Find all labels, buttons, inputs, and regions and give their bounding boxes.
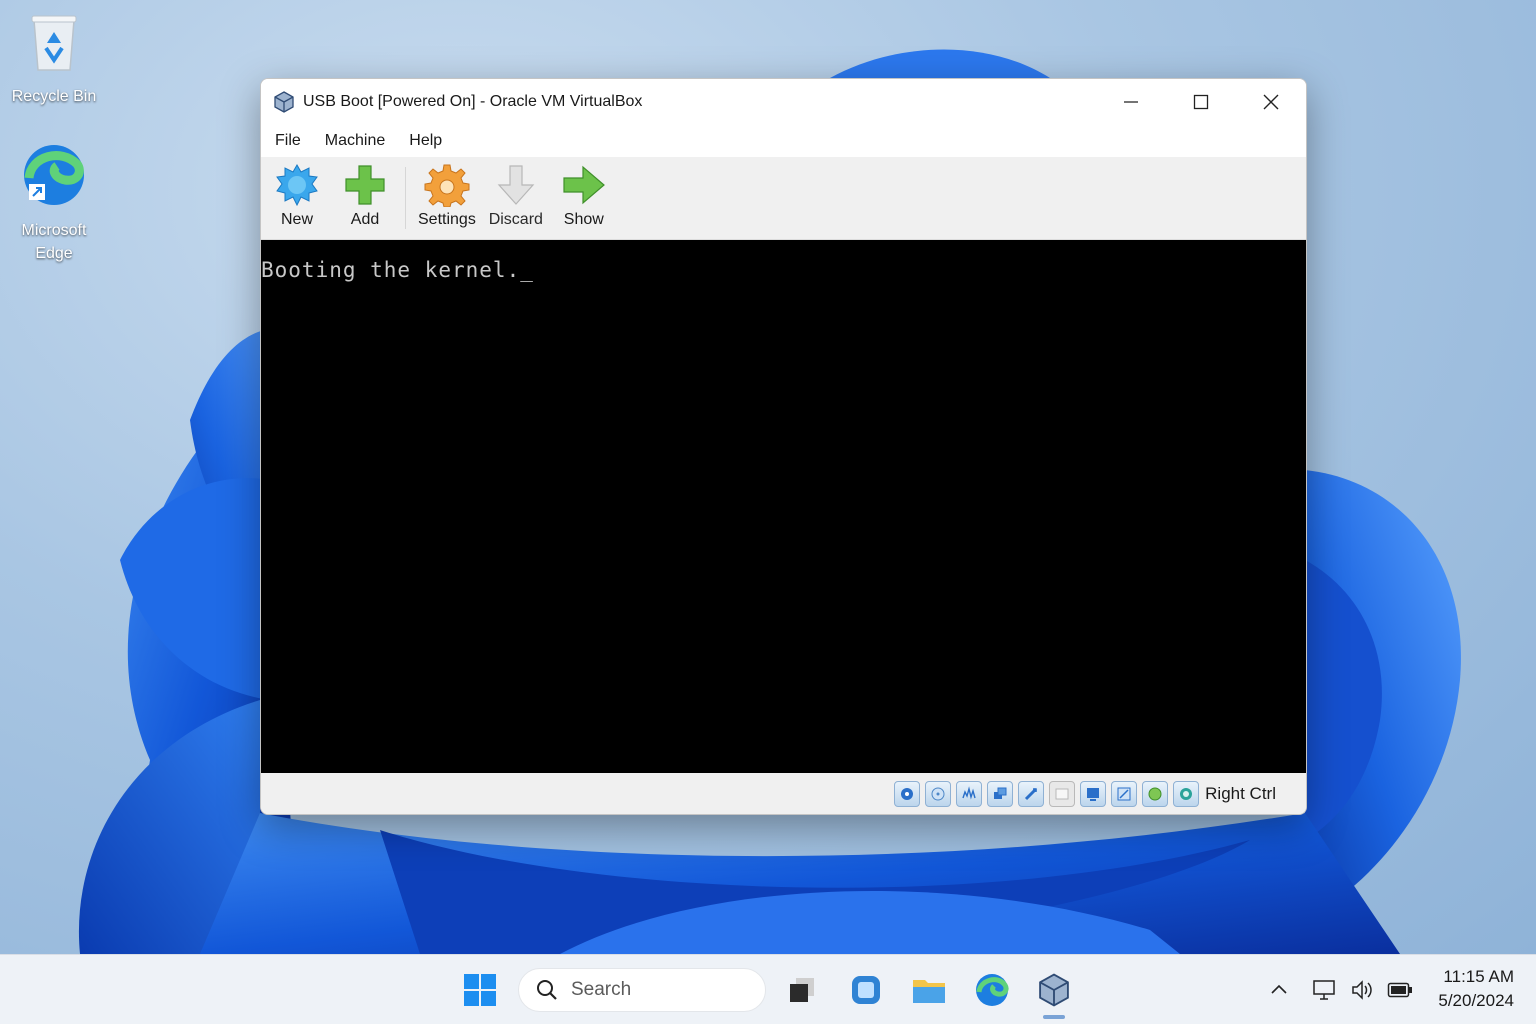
recycle-bin-label: Recycle Bin <box>11 88 97 105</box>
menu-machine[interactable]: Machine <box>313 125 397 157</box>
show-label: Show <box>563 211 604 228</box>
hard-disk-icon[interactable] <box>894 780 921 807</box>
cpu-icon[interactable] <box>1173 780 1200 807</box>
chevron-up-icon <box>1271 984 1287 994</box>
new-label: New <box>280 211 313 228</box>
maximize-icon <box>1193 94 1209 110</box>
add-button[interactable]: Add <box>331 157 399 229</box>
add-icon <box>345 165 385 205</box>
add-label: Add <box>350 211 380 228</box>
close-button[interactable] <box>1236 79 1306 125</box>
settings-gear-icon <box>424 164 470 207</box>
search-icon <box>537 980 557 1000</box>
recycle-bin-icon <box>6 12 102 81</box>
title-bar[interactable]: USB Boot [Powered On] - Oracle VM Virtua… <box>261 79 1306 125</box>
maximize-button[interactable] <box>1166 79 1236 125</box>
taskbar-search[interactable]: Search <box>518 968 766 1012</box>
microsoft-edge-label: Microsoft Edge <box>21 222 87 262</box>
network-icon[interactable] <box>987 780 1014 807</box>
network-monitor-icon <box>1313 980 1335 1000</box>
edge-icon <box>976 974 1009 1006</box>
clock-time: 11:15 AM <box>1443 967 1514 986</box>
folder-icon <box>913 980 945 1003</box>
clock-date: 5/20/2024 <box>1438 991 1514 1010</box>
audio-icon[interactable] <box>956 780 983 807</box>
virtualbox-window: USB Boot [Powered On] - Oracle VM Virtua… <box>260 78 1307 815</box>
desktop-icon-recycle-bin[interactable]: Recycle Bin <box>6 12 102 108</box>
task-view-button[interactable] <box>780 967 824 1013</box>
guest-additions-icon[interactable] <box>1142 780 1169 807</box>
edge-icon <box>6 142 102 215</box>
toolbar: New Add Settings Discard Show <box>261 157 1306 240</box>
menu-help[interactable]: Help <box>397 125 454 157</box>
minimize-icon <box>1124 101 1138 103</box>
start-button[interactable] <box>456 967 504 1013</box>
settings-label: Settings <box>418 211 476 228</box>
text-cursor: _ <box>520 258 534 282</box>
show-button[interactable]: Show <box>550 157 618 229</box>
menu-bar: File Machine Help <box>261 125 1306 157</box>
display-icon[interactable] <box>1080 780 1107 807</box>
desktop-icon-microsoft-edge[interactable]: Microsoft Edge <box>6 142 102 265</box>
speaker-icon <box>1352 980 1372 1000</box>
status-bar: Right Ctrl <box>261 773 1306 814</box>
edge-taskbar-button[interactable] <box>970 967 1014 1013</box>
vm-display[interactable]: Booting the kernel._ <box>261 240 1306 773</box>
new-icon <box>276 163 318 207</box>
toolbar-separator <box>405 167 406 229</box>
network-status-button[interactable] <box>1304 979 1344 1001</box>
video-capture-icon[interactable] <box>1111 780 1138 807</box>
settings-button[interactable]: Settings <box>412 157 482 229</box>
console-text: Booting the kernel. <box>261 258 521 282</box>
show-hidden-icons-button[interactable] <box>1262 981 1296 999</box>
shared-folder-icon[interactable] <box>1049 780 1076 807</box>
host-key-label: Right Ctrl <box>1205 783 1276 803</box>
taskbar: Search 11:15 AM 5/20/2024 <box>0 954 1536 1024</box>
virtualbox-icon <box>1039 973 1069 1007</box>
usb-icon[interactable] <box>1018 780 1045 807</box>
close-icon <box>1263 94 1279 110</box>
clock[interactable]: 11:15 AM 5/20/2024 <box>1438 965 1514 1013</box>
discard-button[interactable]: Discard <box>482 157 550 229</box>
battery-icon <box>1387 982 1412 998</box>
virtualbox-taskbar-button[interactable] <box>1032 967 1076 1013</box>
task-view-icon <box>790 978 814 1002</box>
virtualbox-app-icon <box>273 91 295 113</box>
console-output: Booting the kernel._ <box>261 258 534 282</box>
discard-arrow-down-icon <box>497 165 535 205</box>
discard-label: Discard <box>488 211 543 228</box>
file-explorer-button[interactable] <box>907 967 951 1013</box>
active-app-indicator <box>1043 1015 1065 1019</box>
system-tray <box>1262 955 1420 1024</box>
optical-drive-icon[interactable] <box>925 780 952 807</box>
new-button[interactable]: New <box>263 157 331 229</box>
window-title: USB Boot [Powered On] - Oracle VM Virtua… <box>303 93 643 110</box>
minimize-button[interactable] <box>1096 79 1166 125</box>
show-arrow-right-icon <box>563 165 605 205</box>
menu-file[interactable]: File <box>263 125 313 157</box>
windows-logo-icon <box>464 974 496 1006</box>
battery-button[interactable] <box>1380 981 1420 999</box>
search-placeholder: Search <box>571 979 632 1000</box>
widgets-icon <box>852 976 880 1004</box>
widgets-button[interactable] <box>844 967 888 1013</box>
volume-button[interactable] <box>1344 979 1380 1001</box>
